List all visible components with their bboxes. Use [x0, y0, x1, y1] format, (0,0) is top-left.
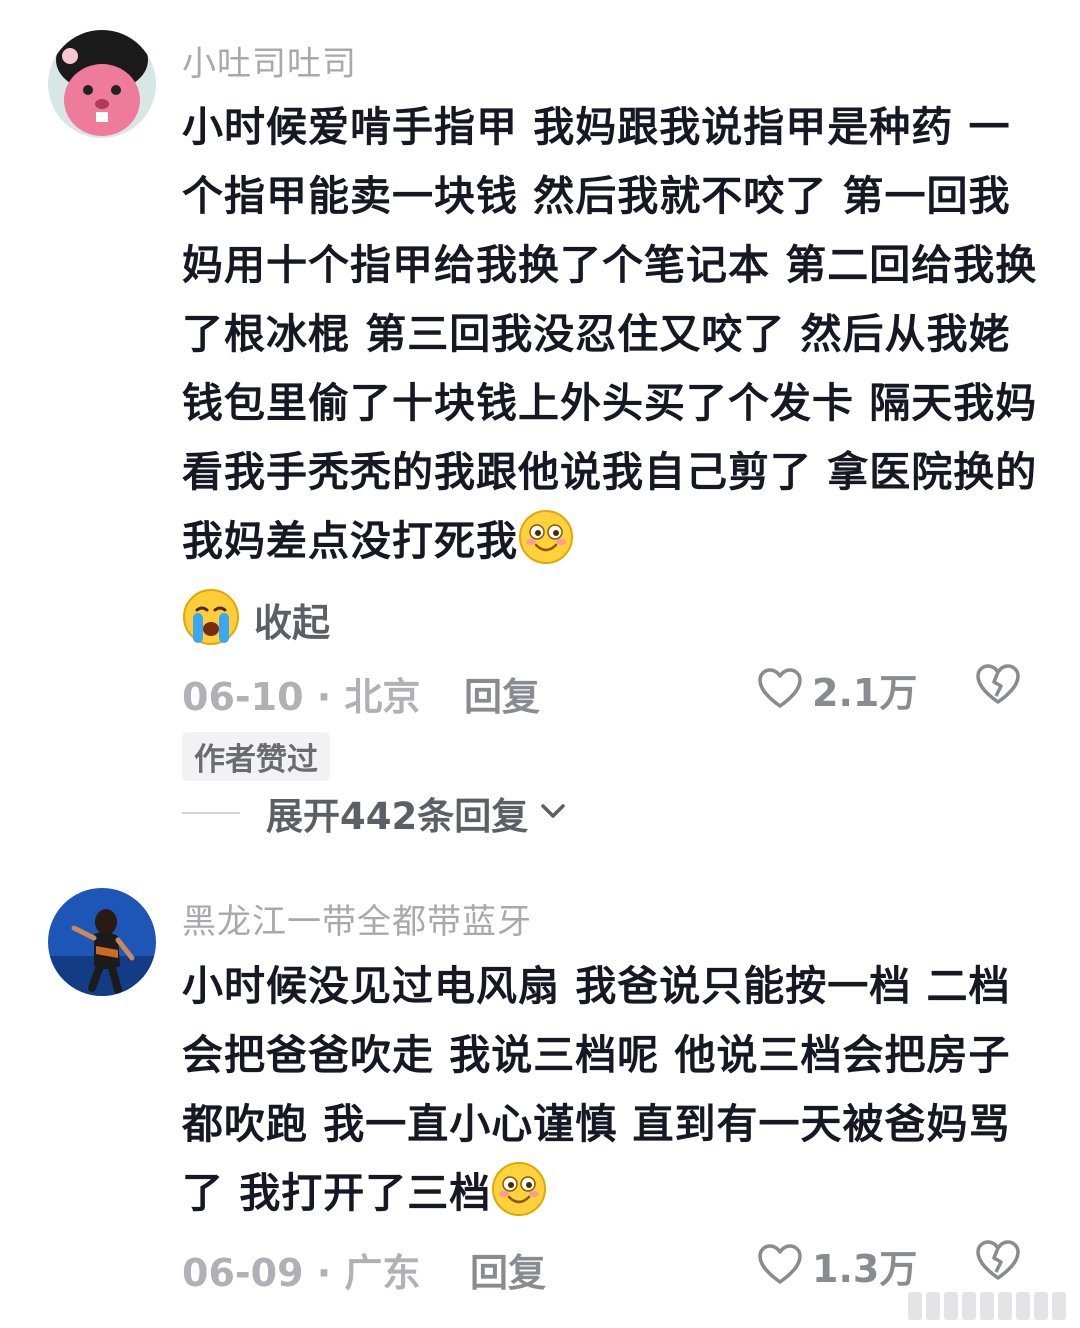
expand-replies-button[interactable]: 展开442条回复 — [182, 786, 568, 840]
comment-date-location: 06-09 · 广东 — [182, 1251, 421, 1295]
heart-icon — [756, 1240, 804, 1292]
like-count: 2.1万 — [812, 671, 918, 715]
collapse-row[interactable]: 收起 — [182, 588, 330, 650]
comment-text: 小时候爱啃手指甲 我妈跟我说指甲是种药 一个指甲能卖一块钱 然后我就不咬了 第一… — [182, 93, 1042, 576]
username[interactable]: 黑龙江一带全都带蓝牙 — [182, 894, 532, 943]
like-button[interactable]: 2.1万 — [756, 662, 917, 717]
broken-heart-icon[interactable] — [974, 1236, 1022, 1288]
broken-heart-icon[interactable] — [974, 660, 1022, 712]
watermark — [908, 1292, 1066, 1320]
divider-line — [182, 812, 240, 814]
avatar[interactable] — [48, 30, 156, 138]
like-count: 1.3万 — [812, 1247, 918, 1291]
comment-text-content: 小时候爱啃手指甲 我妈跟我说指甲是种药 一个指甲能卖一块钱 然后我就不咬了 第一… — [182, 103, 1038, 565]
collapse-label[interactable]: 收起 — [254, 592, 330, 647]
comment-text: 小时候没见过电风扇 我爸说只能按一档 二档会把爸爸吹走 我说三档呢 他说三档会把… — [182, 952, 1042, 1228]
reply-button[interactable]: 回复 — [464, 666, 540, 721]
crying-face-emoji-icon — [182, 588, 240, 650]
author-liked-badge: 作者赞过 — [182, 732, 330, 781]
expand-replies-label[interactable]: 展开442条回复 — [266, 786, 528, 840]
reply-button[interactable]: 回复 — [470, 1242, 546, 1297]
comment-text-content: 小时候没见过电风扇 我爸说只能按一档 二档会把爸爸吹走 我说三档呢 他说三档会把… — [182, 962, 1011, 1217]
avatar[interactable] — [48, 888, 156, 996]
comment-date-location: 06-10 · 北京 — [182, 675, 421, 719]
chevron-down-icon — [538, 796, 568, 830]
heart-icon — [756, 664, 804, 716]
smiling-face-emoji-icon — [491, 1161, 547, 1217]
comment-meta: 06-10 · 北京 回复 2.1万 — [182, 664, 1042, 726]
smiling-face-emoji-icon — [518, 509, 574, 565]
username[interactable]: 小吐司吐司 — [182, 36, 357, 85]
like-button[interactable]: 1.3万 — [756, 1238, 917, 1293]
